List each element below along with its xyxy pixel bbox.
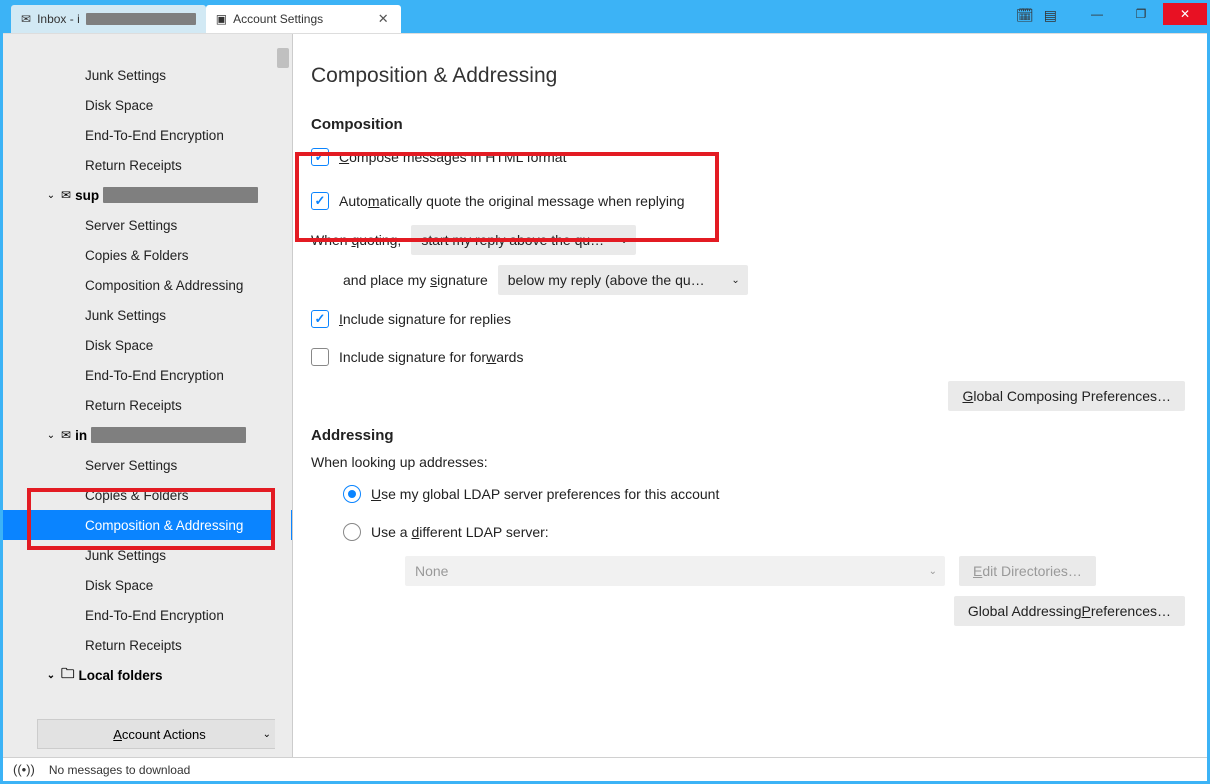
maximize-button[interactable]: ❐ xyxy=(1119,3,1163,25)
different-ldap-label: Use a different LDAP server: xyxy=(371,524,549,540)
statusbar: ((•)) No messages to download xyxy=(3,757,1207,781)
sidebar-account[interactable]: ⌄ ✉ in xyxy=(3,420,292,450)
sidebar-item[interactable]: End-To-End Encryption xyxy=(3,360,292,390)
tab-settings-label: Account Settings xyxy=(233,12,323,26)
chevron-down-icon: ⌄ xyxy=(263,729,271,740)
page-title: Composition & Addressing xyxy=(311,64,1185,88)
sidebar-item[interactable]: Copies & Folders xyxy=(3,240,292,270)
redacted xyxy=(86,13,196,25)
global-ldap-label: Use my global LDAP server preferences fo… xyxy=(371,486,719,502)
chevron-down-icon: ⌄ xyxy=(620,235,628,246)
account-label: in xyxy=(75,428,87,443)
sidebar: Junk Settings Disk Space End-To-End Encr… xyxy=(3,34,293,757)
scrollbar[interactable] xyxy=(275,34,291,757)
checkbox-signature-replies[interactable] xyxy=(311,310,329,328)
signature-forwards-label: Include signature for forwards xyxy=(339,349,523,365)
composition-heading: Composition xyxy=(311,116,1185,133)
status-message: No messages to download xyxy=(49,763,190,777)
redacted xyxy=(103,187,258,203)
sidebar-item[interactable]: Copies & Folders xyxy=(3,480,292,510)
sidebar-item[interactable]: Server Settings xyxy=(3,450,292,480)
connection-icon[interactable]: ((•)) xyxy=(13,762,35,777)
tab-account-settings[interactable]: ▣ Account Settings ✕ xyxy=(206,5,401,33)
titlebar: ✉ Inbox - i ▣ Account Settings ✕ 🗓 ▤ — ❐… xyxy=(3,3,1207,33)
tab-inbox[interactable]: ✉ Inbox - i xyxy=(11,5,206,33)
sidebar-item[interactable]: End-To-End Encryption xyxy=(3,600,292,630)
sidebar-item[interactable]: Composition & Addressing xyxy=(3,270,292,300)
edit-directories-button: Edit Directories… xyxy=(959,556,1096,586)
signature-position-label: and place my signature xyxy=(343,272,488,288)
chevron-down-icon: ⌄ xyxy=(45,190,57,201)
chevron-down-icon: ⌄ xyxy=(731,275,739,286)
account-actions-button[interactable]: Account Actions ⌄ xyxy=(37,719,282,749)
sidebar-item-composition-addressing[interactable]: Composition & Addressing xyxy=(3,510,292,540)
sidebar-account[interactable]: ⌄ ✉ sup xyxy=(3,180,292,210)
sidebar-item[interactable]: Disk Space xyxy=(3,330,292,360)
tasks-icon[interactable]: ▤ xyxy=(1044,7,1057,24)
calendar-icon[interactable]: 🗓 xyxy=(1016,7,1034,24)
addressing-heading: Addressing xyxy=(311,427,1185,444)
account-label: sup xyxy=(75,188,99,203)
sidebar-item[interactable]: Junk Settings xyxy=(3,300,292,330)
close-icon[interactable]: ✕ xyxy=(375,11,391,27)
sidebar-item[interactable]: Return Receipts xyxy=(3,630,292,660)
chevron-down-icon: ⌄ xyxy=(929,566,937,577)
checkbox-signature-forwards[interactable] xyxy=(311,348,329,366)
compose-html-label: Compose messages in HTML format xyxy=(339,149,566,165)
envelope-icon: ✉ xyxy=(61,428,71,442)
ldap-server-select: None⌄ xyxy=(405,556,945,586)
sidebar-item[interactable]: Server Settings xyxy=(3,210,292,240)
checkbox-compose-html[interactable] xyxy=(311,148,329,166)
auto-quote-label: Automatically quote the original message… xyxy=(339,193,685,209)
reply-position-select[interactable]: start my reply above the qu…⌄ xyxy=(411,225,636,255)
sidebar-item[interactable]: Return Receipts xyxy=(3,390,292,420)
folder-icon: 🗀 xyxy=(61,664,75,687)
settings-icon: ▣ xyxy=(216,12,227,26)
radio-different-ldap[interactable] xyxy=(343,523,361,541)
sidebar-local-folders[interactable]: ⌄ 🗀 Local folders xyxy=(3,660,292,690)
close-button[interactable]: ✕ xyxy=(1163,3,1207,25)
checkbox-auto-quote[interactable] xyxy=(311,192,329,210)
tab-inbox-label: Inbox - i xyxy=(37,12,80,26)
when-quoting-label: When quoting, xyxy=(311,232,401,248)
sidebar-item[interactable]: Disk Space xyxy=(3,90,292,120)
inbox-icon: ✉ xyxy=(21,12,31,26)
envelope-icon: ✉ xyxy=(61,188,71,202)
sidebar-item[interactable]: Disk Space xyxy=(3,570,292,600)
lookup-label: When looking up addresses: xyxy=(311,454,1185,470)
local-folders-label: Local folders xyxy=(79,668,163,683)
global-composing-button[interactable]: Global Composing Preferences… xyxy=(948,381,1185,411)
sidebar-item[interactable]: Return Receipts xyxy=(3,150,292,180)
sidebar-item[interactable]: End-To-End Encryption xyxy=(3,120,292,150)
chevron-down-icon: ⌄ xyxy=(45,670,57,681)
chevron-down-icon: ⌄ xyxy=(45,430,57,441)
signature-position-select[interactable]: below my reply (above the qu…⌄ xyxy=(498,265,748,295)
signature-replies-label: Include signature for replies xyxy=(339,311,511,327)
sidebar-item[interactable]: Junk Settings xyxy=(3,540,292,570)
main-content: Composition & Addressing Composition Com… xyxy=(293,34,1207,757)
redacted xyxy=(91,427,246,443)
minimize-button[interactable]: — xyxy=(1075,3,1119,25)
global-addressing-button[interactable]: Global Addressing Preferences… xyxy=(954,596,1185,626)
radio-global-ldap[interactable] xyxy=(343,485,361,503)
sidebar-item[interactable]: Junk Settings xyxy=(3,60,292,90)
